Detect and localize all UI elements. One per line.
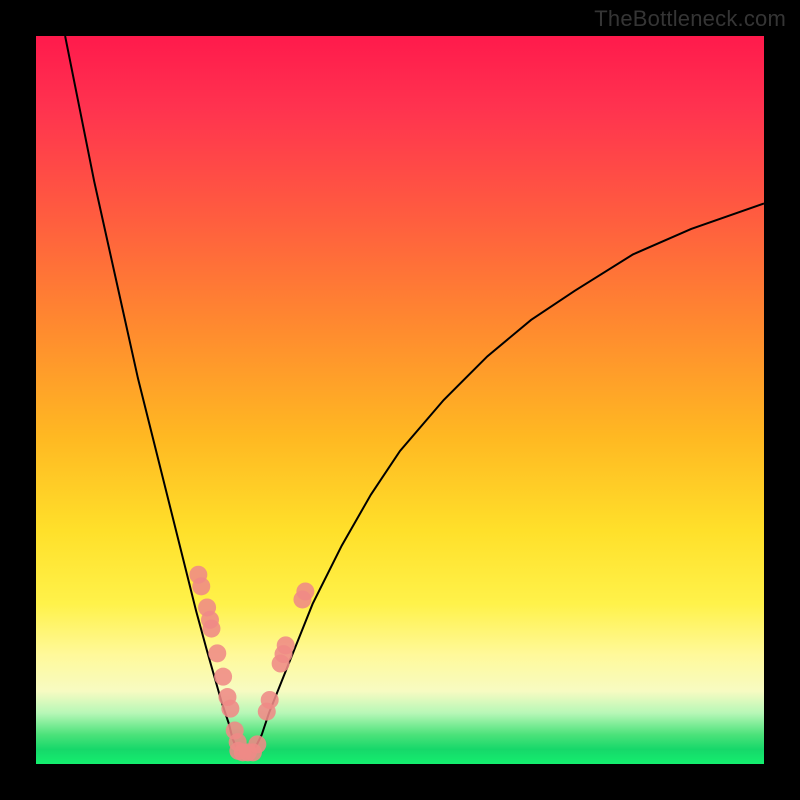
scatter-dot bbox=[277, 636, 295, 654]
plot-area bbox=[36, 36, 764, 764]
watermark-text: TheBottleneck.com bbox=[594, 6, 786, 32]
scatter-dot bbox=[296, 582, 314, 600]
curve-left-curve bbox=[65, 36, 237, 749]
curves-layer bbox=[65, 36, 764, 754]
scatter-dot bbox=[192, 577, 210, 595]
curve-right-curve bbox=[254, 203, 764, 749]
chart-frame: TheBottleneck.com bbox=[0, 0, 800, 800]
scatter-layer bbox=[189, 566, 314, 762]
scatter-dot bbox=[202, 620, 220, 638]
scatter-dot bbox=[248, 735, 266, 753]
scatter-dot bbox=[261, 691, 279, 709]
scatter-dot bbox=[221, 700, 239, 718]
plot-svg bbox=[36, 36, 764, 764]
scatter-dot bbox=[208, 644, 226, 662]
scatter-dot bbox=[214, 668, 232, 686]
